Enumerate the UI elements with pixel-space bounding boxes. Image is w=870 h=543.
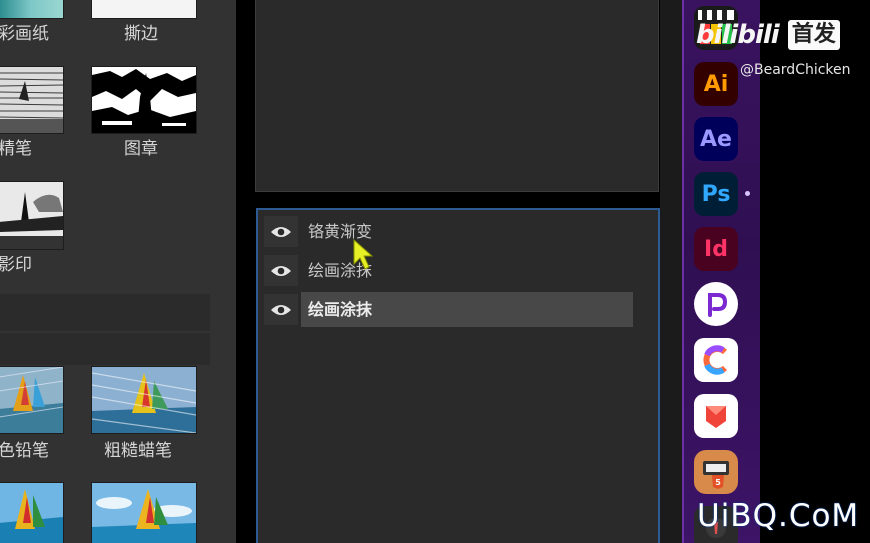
- eye-icon: [271, 226, 291, 237]
- effect-layer-row-selected[interactable]: 绘画涂抹: [260, 292, 634, 327]
- filter-thumb-colored-pencil[interactable]: [0, 366, 64, 434]
- stamp-preview: [92, 67, 196, 133]
- p-app-icon[interactable]: [694, 282, 738, 326]
- c-logo-icon: [703, 345, 728, 375]
- graphic-pen-preview: [0, 67, 63, 133]
- effect-layer-name: 绘画涂抹: [301, 292, 633, 327]
- filter-caption-torn-edges: 撕边: [124, 24, 158, 44]
- colored-pencil-preview: [0, 367, 63, 433]
- photoshop-app-icon[interactable]: Ps: [694, 172, 738, 216]
- effect-layer-name: 绘画涂抹: [308, 261, 373, 280]
- running-indicator: [745, 191, 750, 196]
- filter-caption-photocopy: 影印: [0, 255, 32, 275]
- effect-layer-row[interactable]: 铬黄渐变: [260, 214, 634, 249]
- filter-thumb-row5-right[interactable]: [91, 482, 197, 543]
- filter-caption-colored-pencil: 色铅笔: [0, 441, 49, 461]
- html5-app-icon[interactable]: 5: [694, 450, 738, 494]
- filter-category-bar[interactable]: [0, 294, 210, 331]
- row5-right-preview: [92, 483, 196, 543]
- filter-caption-colored-paper: 彩画纸: [0, 24, 49, 44]
- effect-layer-name: 铬黄渐变: [308, 222, 373, 241]
- filter-caption-rough-pastels: 粗糙蜡笔: [104, 441, 172, 461]
- eye-icon: [271, 304, 291, 315]
- filter-thumb-graphic-pen[interactable]: [0, 66, 64, 134]
- visibility-toggle[interactable]: [264, 216, 298, 247]
- indesign-app-icon[interactable]: Id: [694, 227, 738, 271]
- bilibili-watermark: bilibili 首发: [696, 20, 840, 50]
- filter-thumb-torn-edges[interactable]: [91, 0, 197, 19]
- preview-area: [255, 0, 659, 192]
- c-app-icon[interactable]: [694, 338, 738, 382]
- after-effects-app-icon[interactable]: Ae: [694, 117, 738, 161]
- filter-thumb-rough-pastels[interactable]: [91, 366, 197, 434]
- effect-layers-panel: 铬黄渐变 绘画涂抹 绘画涂抹: [256, 208, 660, 543]
- site-watermark: UiBQ.CoM: [697, 498, 860, 534]
- illustrator-app-icon[interactable]: Ai: [694, 62, 738, 106]
- visibility-toggle[interactable]: [264, 294, 298, 325]
- ribbon-logo-icon: [706, 406, 726, 428]
- bilibili-logo-text: bilibili: [696, 20, 780, 50]
- bilibili-badge: 首发: [787, 20, 840, 50]
- screen: 彩画纸 撕边 精笔 图章 影印 色铅笔 粗糙蜡笔 铬黄渐变 绘画涂抹 绘画涂抹 …: [0, 0, 870, 543]
- svg-text:5: 5: [715, 478, 721, 487]
- eye-icon: [271, 265, 291, 276]
- photocopy-preview: [0, 182, 63, 249]
- filter-thumb-colored-paper[interactable]: [0, 0, 64, 19]
- filter-gallery: 彩画纸 撕边 精笔 图章 影印 色铅笔 粗糙蜡笔: [0, 0, 236, 543]
- filter-thumb-photocopy[interactable]: [0, 181, 64, 250]
- html5-shield-icon: 5: [703, 461, 729, 489]
- row5-left-preview: [0, 483, 63, 543]
- rough-pastels-preview: [92, 367, 196, 433]
- effect-layer-row[interactable]: 绘画涂抹: [260, 253, 634, 288]
- red-app-icon[interactable]: [694, 394, 738, 438]
- visibility-toggle[interactable]: [264, 255, 298, 286]
- highlighted-cursor-icon: [353, 238, 374, 270]
- filter-caption-graphic-pen: 精笔: [0, 139, 32, 159]
- panel-edge: [660, 0, 682, 543]
- filter-category-bar[interactable]: [0, 333, 210, 365]
- filter-caption-stamp: 图章: [124, 139, 158, 159]
- filter-thumb-row5-left[interactable]: [0, 482, 64, 543]
- filter-thumb-stamp[interactable]: [91, 66, 197, 134]
- uploader-handle: @BeardChicken: [740, 62, 851, 78]
- p-logo-icon: [708, 293, 728, 317]
